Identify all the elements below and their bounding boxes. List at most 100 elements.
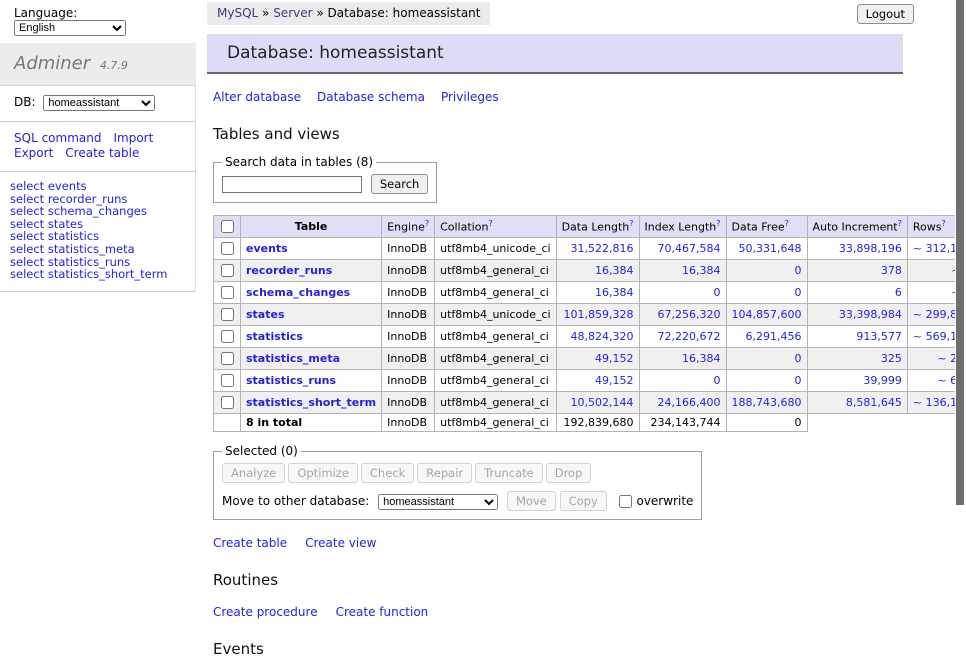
table-row: statistics_metaInnoDButf8mb4_general_ci4…: [214, 348, 966, 370]
help-icon[interactable]: ?: [425, 219, 429, 228]
row-checkbox-cell: [214, 392, 241, 414]
auto-increment-cell: 33,898,196: [807, 238, 907, 260]
search-input[interactable]: [222, 176, 362, 193]
sidebar-export-link[interactable]: Export: [14, 146, 53, 161]
select-statistics_short_term-link[interactable]: select: [10, 267, 44, 281]
table-statistics_short_term-link[interactable]: statistics_short_term: [48, 267, 168, 281]
table-name-events-link[interactable]: events: [246, 242, 288, 255]
nav-alter-database-link[interactable]: Alter database: [213, 90, 301, 104]
vertical-scrollbar[interactable]: [955, 0, 966, 543]
checkbox-states[interactable]: [221, 308, 234, 321]
table-row: statisticsInnoDButf8mb4_general_ci48,824…: [214, 326, 966, 348]
overwrite-checkbox[interactable]: [619, 495, 632, 508]
logout-button[interactable]: Logout: [857, 4, 914, 24]
data-length-cell: 48,824,320: [556, 326, 639, 348]
breadcrumb-current: Database: homeassistant: [328, 6, 481, 20]
index-length-cell: 67,256,320: [639, 304, 726, 326]
data-length-cell: 10,502,144: [556, 392, 639, 414]
checkbox-events[interactable]: [221, 242, 234, 255]
table-name-cell: states: [241, 304, 382, 326]
checkbox-statistics[interactable]: [221, 330, 234, 343]
help-icon[interactable]: ?: [941, 219, 945, 228]
analyze-button[interactable]: Analyze: [222, 463, 285, 483]
checkbox-statistics_runs[interactable]: [221, 374, 234, 387]
table-name-statistics_runs-link[interactable]: statistics_runs: [246, 374, 336, 387]
breadcrumb-server-link[interactable]: Server: [273, 6, 312, 20]
help-icon[interactable]: ?: [629, 219, 633, 228]
collation-cell: utf8mb4_general_ci: [435, 282, 556, 304]
help-icon[interactable]: ?: [716, 219, 720, 228]
database-nav-links: Alter database Database schema Privileges: [213, 90, 966, 104]
bottom-create-view-link[interactable]: Create view: [305, 536, 376, 550]
checkbox-statistics_meta[interactable]: [221, 352, 234, 365]
total-index-length: 234,143,744: [639, 414, 726, 432]
table-name-statistics_short_term-link[interactable]: statistics_short_term: [246, 396, 376, 409]
table-name-cell: statistics_short_term: [241, 392, 382, 414]
auto-increment-cell: 39,999: [807, 370, 907, 392]
table-name-states-link[interactable]: states: [246, 308, 285, 321]
engine-cell: InnoDB: [382, 370, 435, 392]
table-name-cell: statistics_runs: [241, 370, 382, 392]
checkbox-statistics_short_term[interactable]: [221, 396, 234, 409]
help-icon[interactable]: ?: [785, 219, 789, 228]
auto-increment-cell: 325: [807, 348, 907, 370]
checkbox-schema_changes[interactable]: [221, 286, 234, 299]
collation-cell: utf8mb4_general_ci: [435, 392, 556, 414]
sidebar-sql-command-link[interactable]: SQL command: [14, 131, 101, 146]
checkbox-recorder_runs[interactable]: [221, 264, 234, 277]
engine-cell: InnoDB: [382, 238, 435, 260]
app-version[interactable]: 4.7.9: [100, 59, 128, 72]
sidebar-import-link[interactable]: Import: [113, 131, 153, 146]
move-db-select[interactable]: homeassistant: [378, 494, 498, 510]
nav-privileges-link[interactable]: Privileges: [441, 90, 499, 104]
data-free-cell: 0: [726, 282, 807, 304]
col-header-data-free: Data Free?: [726, 216, 807, 238]
move-label: Move to other database:: [222, 494, 369, 508]
table-name-statistics-link[interactable]: statistics: [246, 330, 303, 343]
language-select[interactable]: English: [14, 20, 126, 36]
help-icon[interactable]: ?: [898, 219, 902, 228]
db-label: DB:: [14, 95, 36, 109]
select-all-cell: [214, 216, 241, 238]
total-empty-cell: [214, 414, 241, 432]
select-all-checkbox[interactable]: [221, 220, 234, 233]
total-label: 8 in total: [241, 414, 382, 432]
selected-legend: Selected (0): [222, 444, 301, 458]
data-free-cell: 0: [726, 370, 807, 392]
routines-create-function-link[interactable]: Create function: [336, 605, 429, 619]
move-button[interactable]: Move: [507, 491, 556, 511]
check-button[interactable]: Check: [361, 463, 414, 483]
truncate-button[interactable]: Truncate: [475, 463, 543, 483]
sidebar: Language: English Adminer 4.7.9 DB: home…: [0, 0, 196, 543]
table-name-statistics_meta-link[interactable]: statistics_meta: [246, 352, 340, 365]
engine-cell: InnoDB: [382, 260, 435, 282]
optimize-button[interactable]: Optimize: [288, 463, 358, 483]
data-free-cell: 0: [726, 348, 807, 370]
scrollbar-thumb[interactable]: [956, 0, 964, 505]
drop-button[interactable]: Drop: [546, 463, 592, 483]
breadcrumb-mysql-link[interactable]: MySQL: [217, 6, 258, 20]
data-free-cell: 50,331,648: [726, 238, 807, 260]
data-length-cell: 49,152: [556, 348, 639, 370]
table-header-row: TableEngine?Collation?Data Length?Index …: [214, 216, 966, 238]
col-header-data-length: Data Length?: [556, 216, 639, 238]
table-name-schema_changes-link[interactable]: schema_changes: [246, 286, 350, 299]
index-length-cell: 72,220,672: [639, 326, 726, 348]
help-icon[interactable]: ?: [488, 219, 492, 228]
col-header-table: Table: [241, 216, 382, 238]
total-engine: InnoDB: [382, 414, 435, 432]
auto-increment-cell: 33,398,984: [807, 304, 907, 326]
routines-create-procedure-link[interactable]: Create procedure: [213, 605, 318, 619]
row-checkbox-cell: [214, 348, 241, 370]
total-data-free: 0: [726, 414, 807, 432]
search-button[interactable]: Search: [371, 174, 429, 194]
sidebar-create-table-link[interactable]: Create table: [65, 146, 139, 161]
table-name-recorder_runs-link[interactable]: recorder_runs: [246, 264, 332, 277]
row-checkbox-cell: [214, 282, 241, 304]
repair-button[interactable]: Repair: [417, 463, 472, 483]
nav-database-schema-link[interactable]: Database schema: [317, 90, 425, 104]
db-select[interactable]: homeassistant: [43, 95, 155, 111]
copy-button[interactable]: Copy: [560, 491, 607, 511]
bottom-create-table-link[interactable]: Create table: [213, 536, 287, 550]
auto-increment-cell: 913,577: [807, 326, 907, 348]
